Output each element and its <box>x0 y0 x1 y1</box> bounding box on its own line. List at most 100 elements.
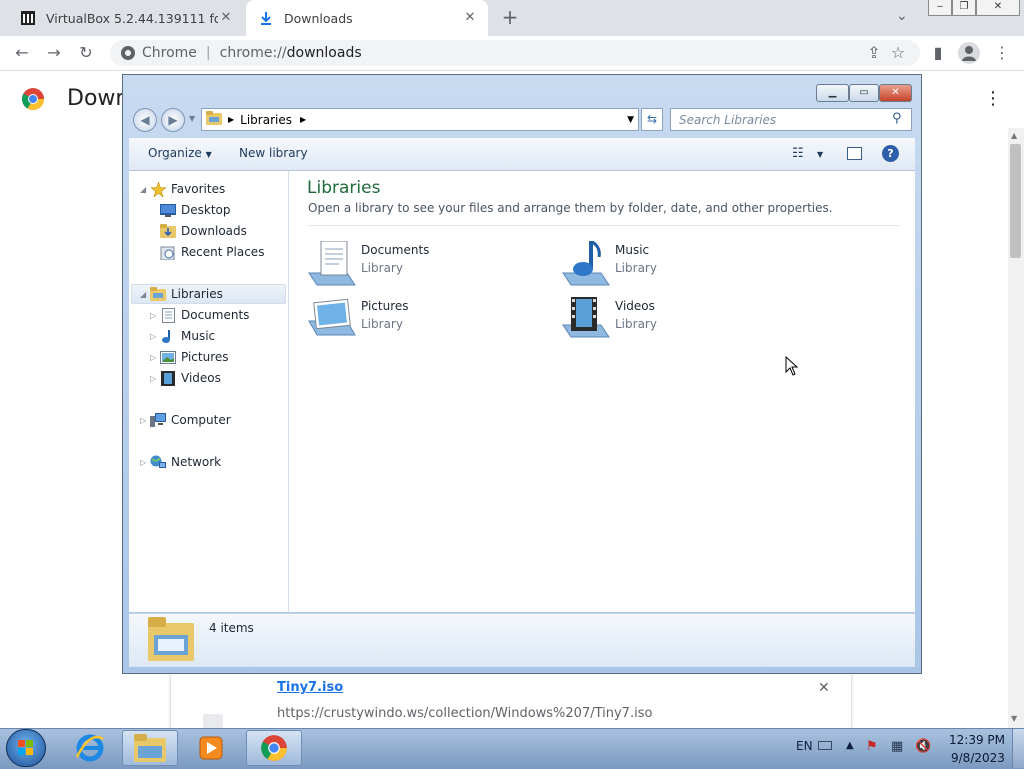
keyboard-icon[interactable] <box>818 741 832 750</box>
clock-time[interactable]: 12:39 PM <box>949 733 1005 747</box>
collapsed-arrow-icon[interactable]: ▷ <box>150 332 156 341</box>
nav-music[interactable]: Music <box>160 328 215 344</box>
expand-arrow-icon[interactable]: ◢ <box>140 185 146 194</box>
pictures-icon <box>160 349 176 365</box>
download-file-link[interactable]: Tiny7.iso <box>277 680 343 695</box>
scrollbar-thumb[interactable] <box>1010 144 1021 258</box>
library-type: Library <box>361 317 403 331</box>
collapsed-arrow-icon[interactable]: ▷ <box>150 353 156 362</box>
libraries-description: Open a library to see your files and arr… <box>308 201 833 215</box>
tab-virtualbox[interactable]: VirtualBox 5.2.44.139111 for Win ✕ <box>8 0 244 36</box>
tab-close-icon[interactable]: ✕ <box>462 10 478 26</box>
internet-explorer-taskbar-icon[interactable] <box>62 730 118 766</box>
minimize-button[interactable]: ‒ <box>928 0 952 16</box>
scroll-up-arrow-icon[interactable]: ▲ <box>1011 131 1017 140</box>
explorer-back-button[interactable]: ◀ <box>133 108 157 132</box>
library-videos[interactable]: Videos Library <box>561 295 657 345</box>
organize-label: Organize <box>148 146 202 160</box>
search-input[interactable]: Search Libraries <box>670 108 912 131</box>
breadcrumb-libraries[interactable]: Libraries <box>240 113 292 127</box>
show-desktop-button[interactable] <box>1012 729 1024 768</box>
search-icon[interactable]: ⚲ <box>892 111 902 126</box>
explorer-forward-button[interactable]: ▶ <box>161 108 185 132</box>
help-icon[interactable]: ? <box>882 145 899 162</box>
tab-close-icon[interactable]: ✕ <box>218 10 234 26</box>
input-language-indicator[interactable]: EN <box>796 739 813 753</box>
nav-favorites[interactable]: Favorites <box>150 181 225 197</box>
scroll-down-arrow-icon[interactable]: ▼ <box>1011 714 1017 723</box>
computer-icon <box>150 412 166 428</box>
start-button[interactable] <box>6 729 46 767</box>
breadcrumb-arrow-icon[interactable]: ▶ <box>228 115 234 124</box>
library-type: Library <box>361 261 403 275</box>
nav-desktop[interactable]: Desktop <box>160 202 231 218</box>
page-title: Down <box>67 86 130 111</box>
side-panel-icon[interactable]: ▮ <box>926 41 950 65</box>
forward-arrow-icon[interactable]: → <box>42 41 66 65</box>
nav-recent-places[interactable]: Recent Places <box>160 244 264 260</box>
address-bar[interactable]: ▶ Libraries ▶ ▼ <box>201 108 639 131</box>
explorer-minimize-button[interactable]: ▁ <box>816 84 849 102</box>
volume-muted-icon[interactable]: 🔇 <box>915 739 931 754</box>
tab-downloads[interactable]: Downloads ✕ <box>246 0 488 36</box>
nav-item-label: Recent Places <box>181 245 265 259</box>
new-tab-button[interactable]: + <box>498 6 522 30</box>
collapsed-arrow-icon[interactable]: ▷ <box>140 458 146 467</box>
profile-avatar-icon[interactable] <box>958 42 980 64</box>
nav-documents[interactable]: Documents <box>160 307 249 323</box>
nav-computer[interactable]: Computer <box>150 412 231 428</box>
omnibox[interactable]: Chrome | chrome://downloads <box>110 40 920 66</box>
breadcrumb-arrow-icon[interactable]: ▶ <box>300 115 306 124</box>
explorer-close-button[interactable]: ✕ <box>879 84 912 102</box>
recent-pages-chevron-icon[interactable]: ▼ <box>189 114 195 123</box>
tab-search-chevron-icon[interactable]: ⌄ <box>896 8 908 24</box>
omnibox-url[interactable]: chrome://downloads <box>220 45 362 61</box>
nav-pictures[interactable]: Pictures <box>160 349 229 365</box>
view-dropdown-icon[interactable]: ▼ <box>817 150 823 159</box>
expand-arrow-icon[interactable]: ◢ <box>140 290 146 299</box>
nav-network[interactable]: Network <box>150 454 221 470</box>
network-status-icon[interactable]: ▦ <box>891 739 903 754</box>
chrome-menu-icon[interactable]: ⋮ <box>990 41 1014 65</box>
explorer-maximize-button[interactable]: ▭ <box>849 84 879 102</box>
nav-videos[interactable]: Videos <box>160 370 221 386</box>
collapsed-arrow-icon[interactable]: ▷ <box>150 311 156 320</box>
reload-icon[interactable]: ↻ <box>74 41 98 65</box>
back-arrow-icon[interactable]: ← <box>10 41 34 65</box>
chrome-page-icon <box>120 45 136 65</box>
new-library-button[interactable]: New library <box>239 146 308 160</box>
change-view-icon[interactable]: ☷ <box>792 146 804 161</box>
media-player-taskbar-icon[interactable] <box>183 730 239 766</box>
library-pictures[interactable]: Pictures Library <box>307 297 409 345</box>
chrome-taskbar-button[interactable] <box>246 730 302 766</box>
bookmark-star-icon[interactable]: ☆ <box>886 41 910 65</box>
clock-date[interactable]: 9/8/2023 <box>951 751 1005 765</box>
omnibox-site-label: Chrome <box>142 45 197 61</box>
nav-network-label: Network <box>171 455 222 469</box>
explorer-taskbar-button[interactable] <box>122 730 178 766</box>
address-dropdown-icon[interactable]: ▼ <box>627 115 634 125</box>
share-icon[interactable]: ⇪ <box>862 41 886 65</box>
download-url: https://crustywindo.ws/collection/Window… <box>277 706 653 721</box>
close-window-button[interactable]: ✕ <box>976 0 1020 16</box>
nav-item-label: Videos <box>181 371 221 385</box>
show-hidden-icons-icon[interactable]: ▲ <box>846 740 854 751</box>
site-favicon-icon <box>20 10 36 26</box>
library-name: Documents <box>361 243 430 257</box>
documents-icon <box>160 307 176 323</box>
nav-downloads[interactable]: Downloads <box>160 223 247 239</box>
nav-libraries[interactable]: Libraries <box>150 286 223 302</box>
action-center-icon[interactable]: ⚑ <box>866 739 878 754</box>
organize-button[interactable]: Organize ▼ <box>148 146 212 160</box>
collapsed-arrow-icon[interactable]: ▷ <box>140 416 146 425</box>
library-documents[interactable]: Documents Library <box>307 240 430 289</box>
refresh-button[interactable]: ⇆ <box>641 108 663 131</box>
collapsed-arrow-icon[interactable]: ▷ <box>150 374 156 383</box>
restore-button[interactable]: ❐ <box>952 0 976 16</box>
nav-libraries-label: Libraries <box>171 287 223 301</box>
library-music[interactable]: Music Library <box>561 239 657 289</box>
preview-pane-icon[interactable] <box>847 147 862 160</box>
remove-download-icon[interactable]: ✕ <box>818 680 830 696</box>
page-menu-icon[interactable]: ⋮ <box>984 88 1002 109</box>
tab-title: VirtualBox 5.2.44.139111 for Win <box>46 10 218 26</box>
